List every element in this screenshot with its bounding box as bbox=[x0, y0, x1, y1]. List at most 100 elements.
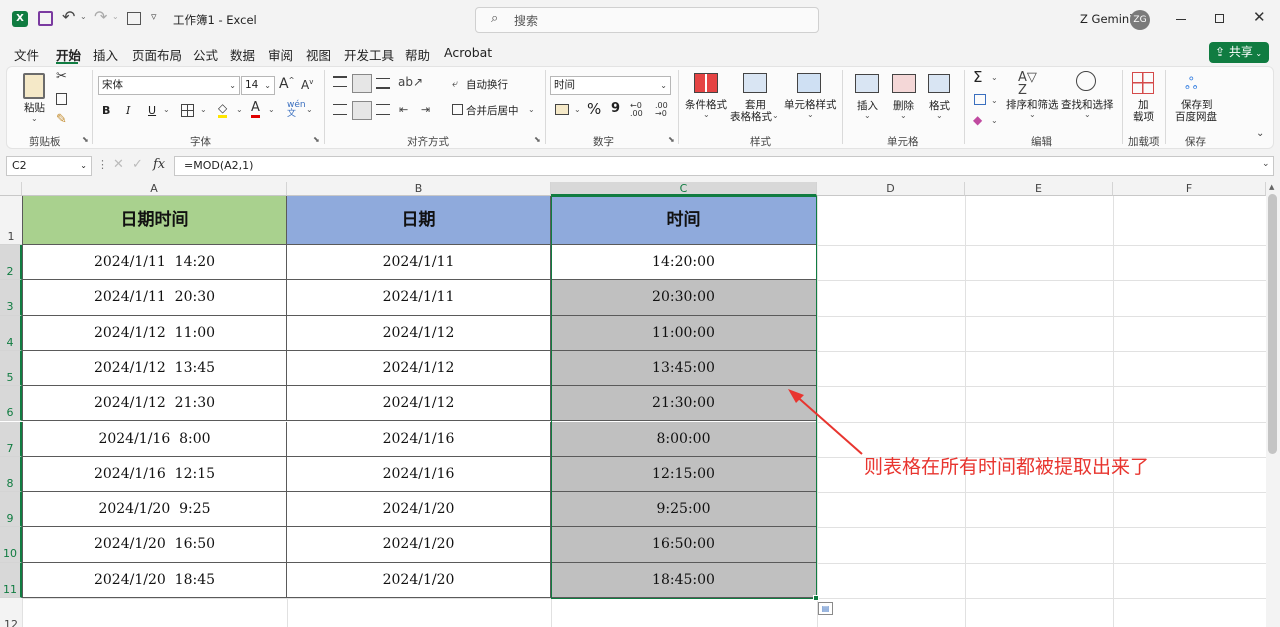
table-format-icon[interactable] bbox=[743, 73, 767, 93]
font-size-select[interactable]: 14 ⌄ bbox=[241, 76, 275, 95]
accounting-format-icon[interactable] bbox=[555, 104, 569, 115]
chevron-down-icon[interactable]: ⌄ bbox=[772, 111, 779, 120]
increase-font-icon[interactable]: A^ bbox=[279, 76, 294, 92]
fill-color-icon[interactable]: ◇ bbox=[218, 102, 228, 118]
column-header-e[interactable]: E bbox=[965, 182, 1113, 196]
autosum-button[interactable]: Σ bbox=[973, 69, 982, 85]
tab-view[interactable]: 视图 bbox=[306, 45, 331, 64]
collapse-ribbon-icon[interactable]: ⌄ bbox=[1256, 128, 1264, 139]
cell-b3[interactable]: 2024/1/11 bbox=[287, 280, 551, 316]
tab-review[interactable]: 审阅 bbox=[268, 45, 293, 64]
cell-b10[interactable]: 2024/1/20 bbox=[287, 527, 551, 563]
align-center-icon[interactable] bbox=[352, 101, 372, 120]
cut-icon[interactable]: ✂ bbox=[56, 69, 67, 84]
addins-icon[interactable] bbox=[1132, 72, 1154, 94]
cell-c5[interactable]: 13:45:00 bbox=[551, 350, 817, 387]
row-header-11[interactable]: 11 bbox=[0, 562, 22, 598]
quick-analysis-icon[interactable]: ▤ bbox=[818, 602, 833, 615]
fill-dropdown-icon[interactable]: ⌄ bbox=[991, 96, 998, 105]
conditional-format-icon[interactable] bbox=[694, 73, 718, 93]
tab-formulas[interactable]: 公式 bbox=[193, 45, 218, 64]
merge-center-icon[interactable] bbox=[452, 104, 463, 115]
cell-a11[interactable]: 2024/1/20 18:45 bbox=[22, 562, 287, 598]
format-painter-icon[interactable]: ✎ bbox=[56, 112, 67, 127]
minimize-icon[interactable] bbox=[1176, 19, 1186, 20]
dialog-launcher-icon[interactable]: ⬊ bbox=[534, 135, 541, 144]
row-header-7[interactable]: 7 bbox=[0, 421, 22, 457]
dialog-launcher-icon[interactable]: ⬊ bbox=[668, 135, 675, 144]
chevron-down-icon[interactable]: ⌄ bbox=[1084, 110, 1091, 119]
select-all-corner[interactable] bbox=[0, 182, 22, 196]
baidu-cloud-icon[interactable]: ஃ bbox=[1185, 74, 1198, 95]
enter-icon[interactable]: ✓ bbox=[132, 157, 143, 172]
phonetic-dropdown-icon[interactable]: ⌄ bbox=[306, 105, 313, 114]
cell-b7[interactable]: 2024/1/16 bbox=[287, 421, 551, 457]
border-icon[interactable] bbox=[181, 104, 194, 117]
row-header-10[interactable]: 10 bbox=[0, 527, 22, 563]
restore-icon[interactable] bbox=[1215, 14, 1224, 23]
find-select-icon[interactable] bbox=[1076, 71, 1096, 91]
align-right-icon[interactable] bbox=[376, 104, 390, 115]
cell-c6[interactable]: 21:30:00 bbox=[551, 386, 817, 422]
comma-button[interactable]: 9 bbox=[611, 101, 620, 117]
wrap-text-icon[interactable]: ⤶ bbox=[452, 77, 458, 91]
font-color-icon[interactable]: A bbox=[251, 101, 260, 118]
clear-icon[interactable]: ◆ bbox=[973, 113, 982, 127]
more-options-icon[interactable]: ⋮ bbox=[97, 158, 108, 171]
align-middle-icon[interactable] bbox=[352, 74, 372, 93]
row-header-4[interactable]: 4 bbox=[0, 315, 22, 351]
save-cloud-label-1[interactable]: 保存到 bbox=[1181, 99, 1213, 111]
header-cell-b1[interactable]: 日期 bbox=[287, 196, 551, 245]
tab-developer[interactable]: 开发工具 bbox=[344, 45, 394, 64]
cell-b4[interactable]: 2024/1/12 bbox=[287, 315, 551, 351]
redo-dropdown-icon[interactable]: ⌄ bbox=[112, 12, 119, 21]
cell-b5[interactable]: 2024/1/12 bbox=[287, 350, 551, 387]
name-box[interactable]: C2 ⌄ bbox=[6, 156, 92, 176]
chevron-down-icon[interactable]: ⌄ bbox=[936, 111, 943, 120]
close-icon[interactable]: ✕ bbox=[1253, 8, 1266, 26]
save-cloud-label-2[interactable]: 百度网盘 bbox=[1175, 111, 1217, 123]
tab-file[interactable]: 文件 bbox=[14, 45, 39, 64]
tab-data[interactable]: 数据 bbox=[230, 45, 255, 64]
cell-b9[interactable]: 2024/1/20 bbox=[287, 492, 551, 528]
underline-dropdown-icon[interactable]: ⌄ bbox=[163, 105, 170, 114]
column-header-f[interactable]: F bbox=[1113, 182, 1266, 196]
tab-page-layout[interactable]: 页面布局 bbox=[132, 45, 182, 64]
dialog-launcher-icon[interactable]: ⬊ bbox=[313, 135, 320, 144]
italic-button[interactable]: I bbox=[126, 103, 130, 119]
form-icon[interactable] bbox=[127, 12, 141, 25]
redo-icon[interactable]: ↷ bbox=[94, 7, 107, 26]
cell-c3[interactable]: 20:30:00 bbox=[551, 280, 817, 316]
share-button[interactable]: ⇪ 共享 ⌄ bbox=[1209, 42, 1269, 63]
phonetic-icon[interactable]: wén 文 bbox=[287, 101, 306, 119]
clear-dropdown-icon[interactable]: ⌄ bbox=[991, 116, 998, 125]
chevron-down-icon[interactable]: ⌄ bbox=[807, 110, 814, 119]
row-header-9[interactable]: 9 bbox=[0, 492, 22, 528]
addins-label-1[interactable]: 加 bbox=[1138, 99, 1149, 111]
cell-c10[interactable]: 16:50:00 bbox=[551, 527, 817, 563]
column-header-b[interactable]: B bbox=[287, 182, 551, 196]
chevron-down-icon[interactable]: ⌄ bbox=[703, 110, 710, 119]
row-header-2[interactable]: 2 bbox=[0, 245, 22, 281]
header-cell-c1[interactable]: 时间 bbox=[551, 196, 817, 245]
save-icon[interactable] bbox=[38, 11, 53, 26]
vertical-scroll-thumb[interactable] bbox=[1268, 194, 1277, 454]
undo-dropdown-icon[interactable]: ⌄ bbox=[80, 12, 87, 21]
addins-label-2[interactable]: 载项 bbox=[1133, 111, 1154, 123]
insert-function-icon[interactable]: fx bbox=[153, 157, 165, 172]
cell-a8[interactable]: 2024/1/16 12:15 bbox=[22, 456, 287, 493]
table-format-label-1[interactable]: 套用 bbox=[745, 99, 766, 111]
fill-icon[interactable] bbox=[974, 94, 986, 105]
orientation-icon[interactable]: ab↗ bbox=[398, 75, 423, 89]
cell-a3[interactable]: 2024/1/11 20:30 bbox=[22, 280, 287, 316]
accounting-dropdown-icon[interactable]: ⌄ bbox=[574, 105, 581, 114]
row-header-6[interactable]: 6 bbox=[0, 386, 22, 422]
number-format-select[interactable]: 时间 ⌄ bbox=[550, 76, 671, 95]
paste-label[interactable]: 粘贴 bbox=[24, 102, 45, 114]
row-header-5[interactable]: 5 bbox=[0, 350, 22, 387]
chevron-down-icon[interactable]: ⌄ bbox=[864, 111, 871, 120]
row-header-8[interactable]: 8 bbox=[0, 456, 22, 493]
undo-icon[interactable]: ↶ bbox=[62, 7, 75, 26]
insert-cells-icon[interactable] bbox=[855, 74, 879, 93]
table-format-label-2[interactable]: 表格格式 bbox=[730, 111, 772, 123]
